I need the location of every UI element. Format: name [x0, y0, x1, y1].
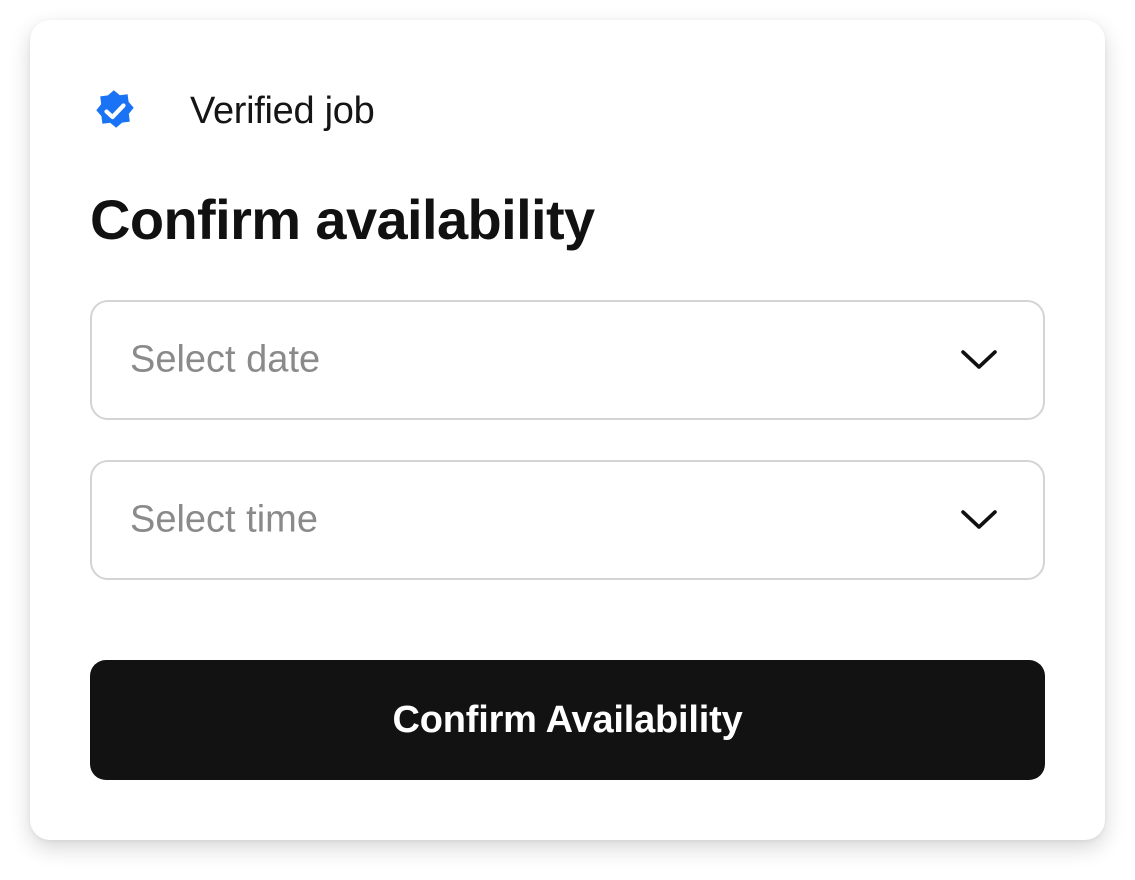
chevron-down-icon — [961, 350, 997, 369]
verified-job-row: Verified job — [90, 86, 375, 136]
chevron-down-icon — [961, 510, 997, 529]
verified-badge-icon — [96, 90, 134, 128]
availability-card: Verified job Confirm availability Select… — [30, 20, 1105, 840]
page-title: Confirm availability — [90, 188, 595, 251]
confirm-availability-button[interactable]: Confirm Availability — [90, 660, 1045, 780]
time-select-placeholder: Select time — [130, 498, 318, 541]
date-select-placeholder: Select date — [130, 338, 321, 381]
time-select[interactable]: Select time — [90, 460, 1045, 580]
date-select[interactable]: Select date — [90, 300, 1045, 420]
verified-job-label: Verified job — [190, 89, 375, 132]
